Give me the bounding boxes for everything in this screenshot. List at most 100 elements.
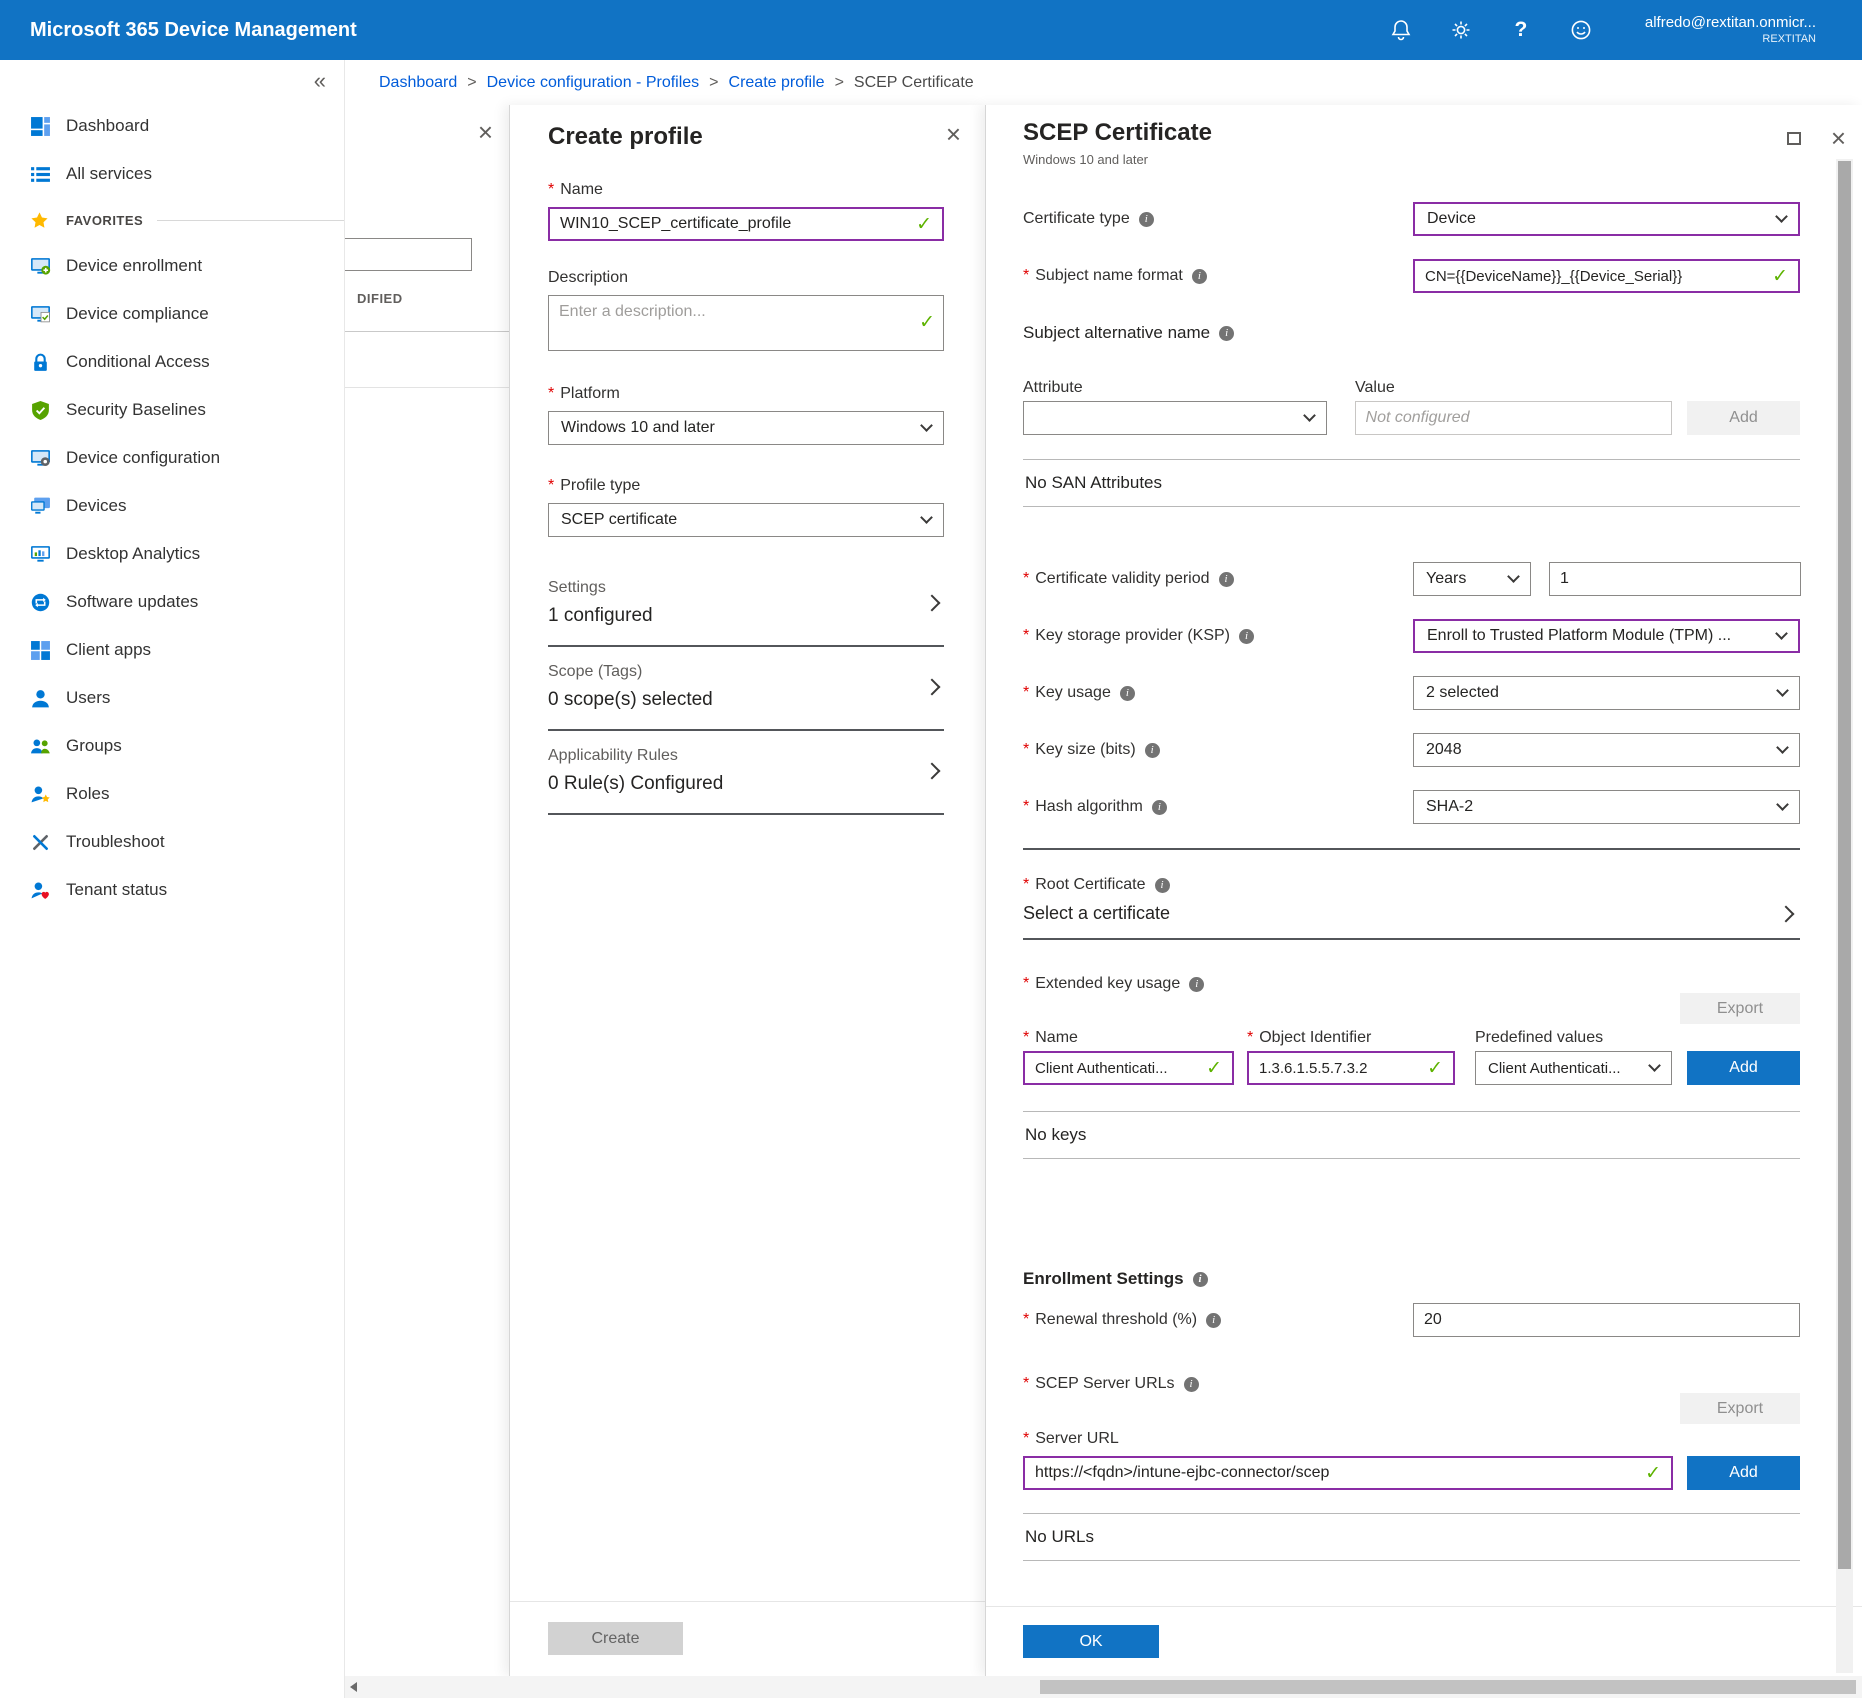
- validity-value-input[interactable]: [1560, 570, 1790, 588]
- sidebar-item-tenant-status[interactable]: Tenant status: [0, 866, 344, 914]
- scroll-left-arrow-icon[interactable]: [350, 1682, 357, 1692]
- close-icon[interactable]: [478, 119, 493, 145]
- info-icon: [1206, 1313, 1221, 1328]
- certificate-type-select[interactable]: Device: [1413, 202, 1800, 236]
- profiles-search-input-partial[interactable]: [345, 238, 472, 271]
- sidebar-item-devices[interactable]: Devices: [0, 482, 344, 530]
- eku-oid-field[interactable]: [1247, 1051, 1455, 1085]
- ksp-select[interactable]: Enroll to Trusted Platform Module (TPM) …: [1413, 619, 1800, 653]
- sidebar-item-device-enrollment[interactable]: Device enrollment: [0, 242, 344, 290]
- certificate-type-label: Certificate type: [1023, 210, 1130, 228]
- eku-oid-input[interactable]: [1259, 1060, 1421, 1077]
- chevron-right-icon: [924, 679, 941, 696]
- no-san-attributes-text: No SAN Attributes: [1023, 460, 1800, 506]
- sidebar-item-dashboard[interactable]: Dashboard: [0, 102, 344, 150]
- sidebar-item-groups[interactable]: Groups: [0, 722, 344, 770]
- user-email: alfredo@rextitan.onmicr...: [1645, 14, 1816, 33]
- validity-value-field[interactable]: [1549, 562, 1801, 596]
- hash-algorithm-select[interactable]: SHA-2: [1413, 790, 1800, 824]
- platform-select[interactable]: Windows 10 and later: [548, 411, 944, 445]
- chevron-right-icon: [924, 763, 941, 780]
- sidebar-item-conditional-access[interactable]: Conditional Access: [0, 338, 344, 386]
- sidebar-item-desktop-analytics[interactable]: Desktop Analytics: [0, 530, 344, 578]
- info-icon: [1152, 800, 1167, 815]
- all-services-icon: [30, 164, 51, 185]
- eku-name-input[interactable]: [1035, 1060, 1200, 1077]
- urls-export-button[interactable]: Export: [1680, 1393, 1800, 1424]
- notifications-bell-icon[interactable]: [1389, 18, 1413, 42]
- create-profile-footer: Create: [510, 1601, 985, 1676]
- name-field[interactable]: [548, 207, 944, 241]
- server-url-input[interactable]: [1035, 1464, 1639, 1482]
- eku-name-field[interactable]: [1023, 1051, 1234, 1085]
- scope-tags-section-row[interactable]: Scope (Tags) 0 scope(s) selected: [548, 647, 944, 731]
- certificate-validity-label: Certificate validity period: [1035, 570, 1209, 588]
- sidebar-item-troubleshoot[interactable]: Troubleshoot: [0, 818, 344, 866]
- favorites-header: FAVORITES: [0, 198, 344, 242]
- help-icon[interactable]: ?: [1509, 18, 1533, 42]
- renewal-threshold-field[interactable]: [1413, 1303, 1800, 1337]
- eku-predefined-column-label: Predefined values: [1475, 1029, 1603, 1047]
- sidebar-item-client-apps[interactable]: Client apps: [0, 626, 344, 674]
- key-size-label: Key size (bits): [1035, 741, 1135, 759]
- breadcrumb-dashboard[interactable]: Dashboard: [379, 74, 457, 92]
- ok-button[interactable]: OK: [1023, 1625, 1159, 1658]
- sidebar-item-software-updates[interactable]: Software updates: [0, 578, 344, 626]
- server-url-add-button[interactable]: Add: [1687, 1456, 1800, 1490]
- san-attribute-select[interactable]: [1023, 401, 1327, 435]
- breadcrumb-profiles[interactable]: Device configuration - Profiles: [487, 74, 700, 92]
- valid-check-icon: [1427, 1059, 1443, 1078]
- vertical-scrollbar[interactable]: [1836, 159, 1853, 1673]
- horizontal-scrollbar[interactable]: [345, 1676, 1862, 1698]
- info-icon: [1139, 212, 1154, 227]
- sidebar: Dashboard All services FAVORITES Device …: [0, 60, 345, 1698]
- maximize-icon[interactable]: [1787, 132, 1801, 145]
- key-size-select[interactable]: 2048: [1413, 733, 1800, 767]
- collapse-sidebar-icon[interactable]: [314, 70, 326, 92]
- server-url-field[interactable]: [1023, 1456, 1673, 1490]
- settings-gear-icon[interactable]: [1449, 18, 1473, 42]
- close-icon[interactable]: [946, 121, 961, 147]
- sidebar-item-all-services[interactable]: All services: [0, 150, 344, 198]
- subject-name-format-field[interactable]: [1413, 259, 1800, 293]
- sidebar-item-users[interactable]: Users: [0, 674, 344, 722]
- sidebar-item-roles[interactable]: Roles: [0, 770, 344, 818]
- desktop-analytics-icon: [30, 544, 51, 565]
- tenant-status-icon: [30, 880, 51, 901]
- key-size-row: Key size (bits) 2048: [1023, 733, 1800, 767]
- key-usage-select[interactable]: 2 selected: [1413, 676, 1800, 710]
- san-value-field[interactable]: Not configured: [1355, 401, 1672, 435]
- san-heading: Subject alternative name: [1023, 323, 1800, 343]
- create-button[interactable]: Create: [548, 1622, 683, 1655]
- subject-name-format-input[interactable]: [1425, 268, 1766, 285]
- validity-unit-select[interactable]: Years: [1413, 562, 1531, 596]
- sidebar-item-security-baselines[interactable]: Security Baselines: [0, 386, 344, 434]
- eku-add-button[interactable]: Add: [1687, 1051, 1800, 1085]
- eku-export-button[interactable]: Export: [1680, 993, 1800, 1024]
- scrollbar-thumb[interactable]: [1040, 1680, 1856, 1694]
- renewal-threshold-input[interactable]: [1424, 1311, 1789, 1329]
- name-input[interactable]: [560, 215, 910, 233]
- breadcrumb-create-profile[interactable]: Create profile: [729, 74, 825, 92]
- divider: [345, 331, 509, 332]
- enrollment-settings-heading: Enrollment Settings: [1023, 1269, 1800, 1289]
- san-add-button[interactable]: Add: [1687, 401, 1800, 435]
- profile-type-select[interactable]: SCEP certificate: [548, 503, 944, 537]
- description-field[interactable]: [548, 295, 944, 351]
- users-icon: [30, 688, 51, 709]
- account-menu[interactable]: alfredo@rextitan.onmicr... REXTITAN: [1645, 14, 1816, 47]
- sidebar-item-device-configuration[interactable]: Device configuration: [0, 434, 344, 482]
- close-icon[interactable]: [1831, 125, 1846, 151]
- info-icon: [1193, 1272, 1208, 1287]
- eku-predefined-select[interactable]: Client Authenticati...: [1475, 1051, 1672, 1085]
- root-certificate-row[interactable]: Root Certificate Select a certificate: [1023, 850, 1800, 938]
- panel-title: Create profile: [548, 123, 944, 151]
- settings-section-row[interactable]: Settings 1 configured: [548, 563, 944, 647]
- feedback-smiley-icon[interactable]: [1569, 18, 1593, 42]
- applicability-rules-section-row[interactable]: Applicability Rules 0 Rule(s) Configured: [548, 731, 944, 815]
- scrollbar-thumb[interactable]: [1838, 161, 1851, 1569]
- description-input[interactable]: [549, 296, 943, 350]
- screen: Microsoft 365 Device Management ? alfred…: [0, 0, 1862, 1698]
- valid-check-icon: [1206, 1059, 1222, 1078]
- sidebar-item-device-compliance[interactable]: Device compliance: [0, 290, 344, 338]
